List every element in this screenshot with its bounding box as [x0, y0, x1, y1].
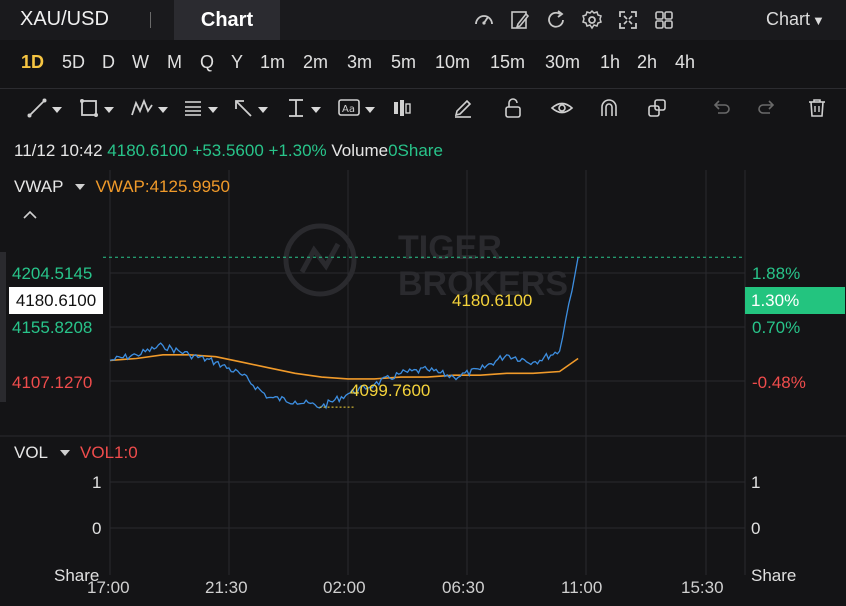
time-axis-label-4: 06:30 [442, 578, 485, 597]
vwap-indicator-row: VWAP VWAP:4125.9950 [14, 177, 230, 197]
time-axis-label-1: 17:00 [87, 578, 130, 597]
time-axis-label-2: 21:30 [205, 578, 248, 597]
price-axis-label-low: 4107.1270 [12, 373, 93, 392]
price-chart[interactable] [0, 0, 846, 606]
collapse-indicator-button[interactable] [22, 208, 38, 226]
price-axis-label-mid: 4155.8208 [12, 318, 93, 337]
pct-axis-label-top: 1.88% [752, 264, 801, 283]
axis-handle[interactable] [0, 252, 6, 402]
time-axis-label-3: 02:00 [323, 578, 366, 597]
volume-grid [109, 436, 746, 575]
current-price-badge: 4180.6100 [9, 287, 103, 314]
price-axis-label-top: 4204.5145 [12, 264, 93, 283]
price-line [109, 257, 579, 410]
pct-axis-label-mid: 0.70% [752, 318, 801, 337]
low-price-annotation: 4099.7600 [350, 381, 431, 400]
vol-axis-left-0: 0 [92, 519, 102, 538]
vwap-indicator-value: VWAP:4125.9950 [95, 177, 230, 196]
vwap-line [109, 354, 579, 380]
current-pct-badge: 1.30% [745, 287, 845, 314]
vol-axis-right-unit: Share [751, 566, 797, 585]
vol-axis-left-1: 1 [92, 473, 102, 492]
vwap-indicator-name[interactable]: VWAP [14, 177, 63, 197]
vol-indicator-name[interactable]: VOL [14, 443, 48, 463]
vol-axis-right-1: 1 [751, 473, 761, 492]
current-price-annotation: 4180.6100 [452, 291, 533, 310]
chevron-up-icon [23, 210, 37, 219]
pct-axis-label-low: -0.48% [752, 373, 806, 392]
time-axis-label-6: 15:30 [681, 578, 724, 597]
vol-indicator-value: VOL1:0 [80, 443, 138, 462]
vol-indicator-row: VOL VOL1:0 [14, 443, 138, 463]
chevron-down-icon[interactable] [75, 184, 86, 190]
chevron-down-icon[interactable] [60, 450, 71, 456]
time-axis-label-5: 11:00 [561, 578, 603, 597]
vol-axis-right-0: 0 [751, 519, 761, 538]
